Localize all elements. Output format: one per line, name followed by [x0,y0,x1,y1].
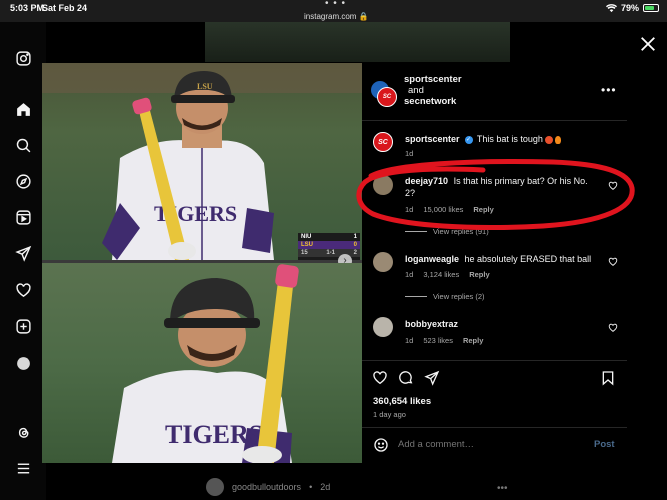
feed-avatar[interactable] [206,478,224,496]
likes-count[interactable]: 360,654 likes [373,396,431,407]
comment-time: 1d [405,205,414,214]
profile-icon[interactable] [14,354,32,372]
caption-user[interactable]: sportscenter [405,134,460,144]
url-text: instagram.com [304,12,357,21]
lock-icon: 🔒 [358,12,369,21]
notifications-icon[interactable] [14,281,32,299]
comment-user[interactable]: bobbyextraz [405,319,458,329]
comment-reply-button[interactable]: Reply [473,205,493,214]
post-media[interactable]: LSU TIGERS NIU 1 LSU 0 15 1-1 2 › TIGERS [42,63,362,463]
feed-post-user[interactable]: goodbulloutdoors [232,482,301,492]
menu-icon[interactable] [14,459,32,477]
home-icon[interactable] [14,100,32,118]
instagram-logo-icon[interactable] [14,49,32,67]
battery-fill [645,6,655,10]
comment-icon[interactable] [398,370,414,386]
verified-badge-icon: ✓ [464,135,473,144]
status-time: 5:03 PM [10,3,45,13]
multitasking-dots-icon[interactable]: • • • [325,0,346,9]
comment-time: 1d [405,336,414,345]
emoji-icon[interactable] [373,437,389,453]
view-replies-label: View replies (2) [433,292,485,301]
author-joiner: and [408,85,424,96]
comment-time: 1d [405,270,414,279]
post-photo-bottom: TIGERS [42,263,362,463]
status-date: Sat Feb 24 [42,3,88,13]
comment-avatar[interactable] [373,317,393,337]
caption-text: This bat is tough [476,134,543,144]
close-icon[interactable] [639,35,657,53]
scorebug-outs: 2 [353,250,357,256]
fire-emoji-icon [555,135,562,144]
author-2[interactable]: secnetwork [404,96,462,107]
feed-separator: • [309,482,313,492]
comment-like-icon[interactable] [608,181,618,191]
comment-user[interactable]: loganweagle [405,254,459,264]
caption-avatar[interactable]: SC [373,132,393,152]
caption-time: 1d [405,149,414,158]
sportscenter-avatar: SC [377,87,397,107]
comment-avatar[interactable] [373,175,393,195]
wifi-icon [605,3,617,12]
status-bar: 5:03 PM Sat Feb 24 • • • instagram.com 🔒… [0,0,667,22]
scorebug-team-1: NIU [301,234,312,240]
divider [362,427,627,428]
feed-next-post-header: goodbulloutdoors • 2d [206,478,330,496]
view-replies-label: View replies (91) [433,227,489,236]
explore-icon[interactable] [14,172,32,190]
feed-more-icon[interactable]: ••• [497,483,508,494]
comments-panel: SC sportscenter and secnetwork ••• SC sp… [362,63,627,463]
battery-percent: 79% [620,3,639,13]
like-icon[interactable] [372,370,388,386]
post-time-ago: 1 day ago [373,410,406,419]
feed-post-image-partial [205,22,510,62]
sidebar-nav [0,22,46,500]
divider [362,360,627,361]
create-icon[interactable] [14,317,32,335]
tomato-emoji-icon [545,135,554,144]
more-options-icon[interactable]: ••• [601,83,617,97]
comment-reply-button[interactable]: Reply [469,270,489,279]
url-label[interactable]: instagram.com 🔒 [304,12,369,21]
svg-text:TIGERS: TIGERS [165,420,263,449]
share-icon[interactable] [424,370,440,386]
comment-likes[interactable]: 15,000 likes [423,205,463,214]
author-1[interactable]: sportscenter [404,74,462,85]
battery-icon [643,4,659,12]
comment-likes[interactable]: 3,124 likes [423,270,459,279]
post-header: SC sportscenter and secnetwork ••• [362,63,627,121]
comment-reply-button[interactable]: Reply [463,336,483,345]
scorebug-team-2: LSU [301,242,313,248]
status-indicators: 79% [605,3,659,13]
view-replies-button[interactable]: View replies (2) [405,292,485,301]
comment-user[interactable]: deejay710 [405,176,448,186]
scorebug-score-1: 1 [353,234,357,240]
comment-like-icon[interactable] [608,257,618,267]
post-photo-top: LSU TIGERS [42,63,362,260]
svg-text:LSU: LSU [197,82,213,91]
comment-like-icon[interactable] [608,323,618,333]
scorebug-score-2: 0 [353,242,357,248]
scorebug-count: 1-1 [326,250,335,256]
comment-avatar[interactable] [373,252,393,272]
collab-avatars[interactable]: SC [371,81,399,109]
add-comment-input[interactable] [398,439,578,450]
post-modal: LSU TIGERS NIU 1 LSU 0 15 1-1 2 › TIGERS… [42,63,627,463]
comment-text: he absolutely ERASED that ball [464,254,592,264]
search-icon[interactable] [14,136,32,154]
view-replies-button[interactable]: View replies (91) [405,227,489,236]
messages-icon[interactable] [14,244,32,262]
threads-icon[interactable] [14,423,32,441]
comment-likes[interactable]: 523 likes [423,336,453,345]
post-authors: sportscenter and secnetwork [404,74,462,107]
post-comment-button[interactable]: Post [594,439,615,450]
scorebug-inning: 15 [301,250,308,256]
feed-post-time: 2d [320,482,331,492]
reels-icon[interactable] [14,208,32,226]
save-icon[interactable] [600,370,616,386]
